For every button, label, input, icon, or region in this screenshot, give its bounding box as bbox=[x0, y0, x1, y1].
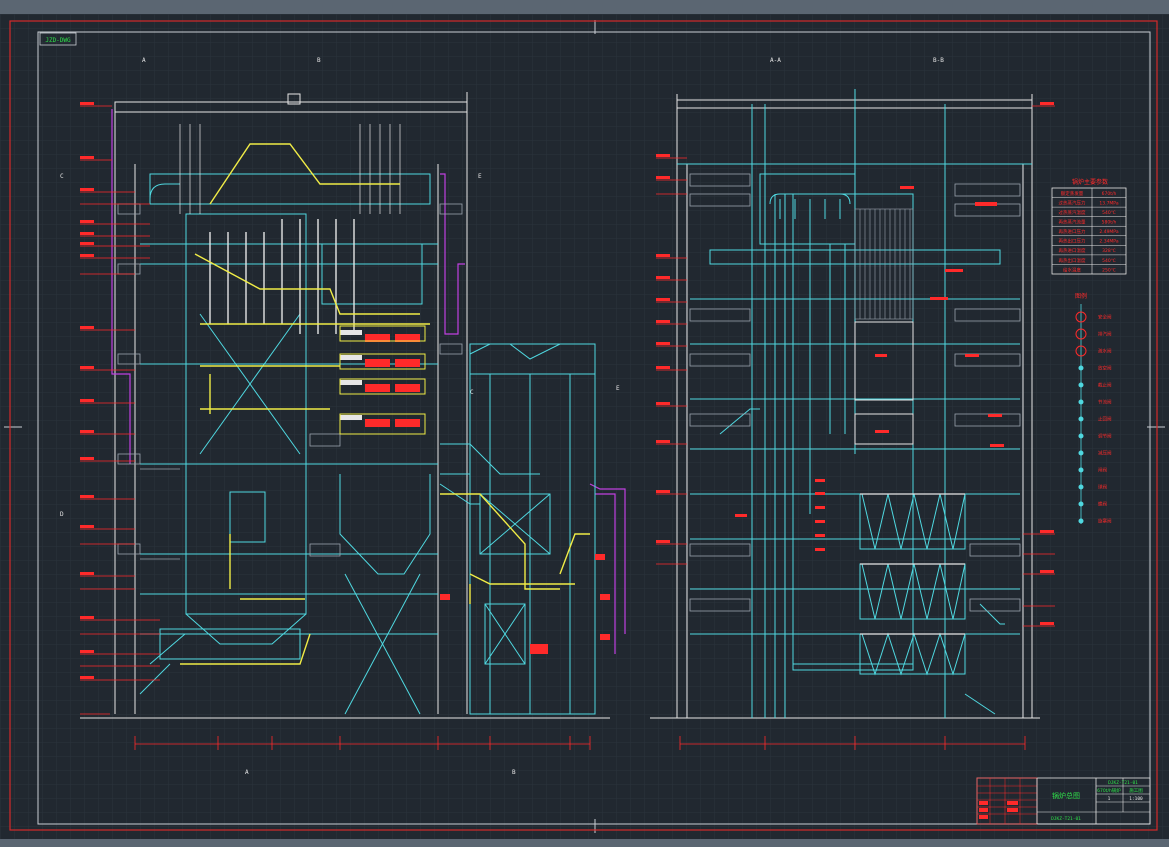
parameter-value: 540℃ bbox=[1102, 210, 1116, 216]
parameter-name: 再热进口温度 bbox=[1059, 247, 1086, 254]
parameter-name: 再热出口温度 bbox=[1059, 257, 1086, 264]
parameter-value: 250℃ bbox=[1102, 267, 1116, 273]
legend-symbol-icon bbox=[1078, 433, 1084, 439]
legend-item-label: 闸阀 bbox=[1098, 467, 1107, 474]
axis-label-bottom-a: A bbox=[245, 769, 249, 776]
legend-item-label: 截止阀 bbox=[1098, 382, 1112, 389]
parameter-name: 额定蒸发量 bbox=[1061, 190, 1084, 197]
legend-symbol-icon bbox=[1078, 416, 1084, 422]
title-block-sheet: 1 bbox=[1108, 796, 1111, 802]
parameter-value: 13.7MPa bbox=[1099, 200, 1118, 206]
section-label-a-a: A-A bbox=[770, 57, 781, 64]
title-block-drawing-number: DJKZ-T21-01 bbox=[1108, 780, 1138, 786]
legend-item-label: 放空阀 bbox=[1098, 365, 1112, 372]
axis-label-bottom-b: B bbox=[512, 769, 516, 776]
legend-item-label: 节流阀 bbox=[1098, 399, 1112, 406]
legend-symbol-icon bbox=[1078, 467, 1084, 473]
legend-item-label: 安全阀 bbox=[1098, 314, 1112, 321]
title-block-project: 670t/h锅炉 bbox=[1097, 787, 1121, 794]
axis-label-c: C bbox=[60, 173, 64, 180]
grid-background bbox=[0, 14, 1169, 839]
parameter-value: 580t/h bbox=[1102, 220, 1117, 226]
legend-item-label: 排汽阀 bbox=[1098, 331, 1112, 338]
legend-symbol-icon bbox=[1078, 382, 1084, 388]
title-block-drawing-title: 锅炉总图 bbox=[1052, 791, 1080, 800]
legend-title: 图例 bbox=[1075, 292, 1087, 300]
parameter-value: 2.49MPa bbox=[1099, 229, 1118, 235]
cad-drawing-canvas[interactable]: JZD-DWG A B C D A B C E E A-A B-B 锅炉主要参数… bbox=[0, 14, 1169, 839]
legend-symbol-icon bbox=[1078, 501, 1084, 507]
legend-item-label: 球阀 bbox=[1098, 484, 1107, 491]
legend-symbol-icon bbox=[1078, 365, 1084, 371]
axis-label-c-right: C bbox=[470, 389, 474, 396]
window-top-bar bbox=[0, 0, 1169, 14]
main-parameters-title: 锅炉主要参数 bbox=[1072, 178, 1108, 186]
legend-item-label: 疏水阀 bbox=[1098, 348, 1112, 355]
axis-label-d: D bbox=[60, 511, 64, 518]
legend-item-label: 止回阀 bbox=[1098, 416, 1112, 423]
title-block-scale: 1:100 bbox=[1129, 796, 1143, 802]
parameter-value: 540℃ bbox=[1102, 258, 1116, 264]
legend-item-label: 调节阀 bbox=[1098, 433, 1112, 440]
axis-label-top-b: B bbox=[317, 57, 321, 64]
legend-item-label: 蝶阀 bbox=[1098, 501, 1107, 508]
legend-symbol-icon bbox=[1078, 484, 1084, 490]
axis-label-top-a: A bbox=[142, 57, 146, 64]
axis-label-e-right: E bbox=[616, 385, 620, 392]
parameter-name: 过热蒸汽压力 bbox=[1059, 199, 1086, 206]
legend-symbol-icon bbox=[1078, 450, 1084, 456]
parameter-name: 过热蒸汽温度 bbox=[1059, 209, 1086, 216]
parameter-value: 670t/h bbox=[1102, 191, 1117, 197]
parameter-name: 再热蒸汽流量 bbox=[1059, 219, 1086, 226]
legend-symbol-icon bbox=[1078, 399, 1084, 405]
parameter-name: 再热进口压力 bbox=[1059, 228, 1086, 235]
parameter-value: 328℃ bbox=[1102, 248, 1116, 254]
title-block-stage: 施工图 bbox=[1129, 787, 1143, 794]
legend-item-label: 减压阀 bbox=[1098, 450, 1112, 457]
window-bottom-bar bbox=[0, 839, 1169, 847]
parameter-value: 2.34MPa bbox=[1099, 239, 1118, 245]
legend-item-label: 旋塞阀 bbox=[1098, 518, 1112, 525]
parameter-name: 给水温度 bbox=[1063, 266, 1081, 273]
title-block-footer-code: DJKZ-T21-01 bbox=[1051, 816, 1081, 822]
drawing-label: JZD-DWG bbox=[45, 37, 71, 44]
axis-label-e: E bbox=[478, 173, 482, 180]
parameter-name: 再热出口压力 bbox=[1059, 238, 1086, 245]
legend-symbol-icon bbox=[1078, 518, 1084, 524]
section-label-b-b: B-B bbox=[933, 57, 944, 64]
